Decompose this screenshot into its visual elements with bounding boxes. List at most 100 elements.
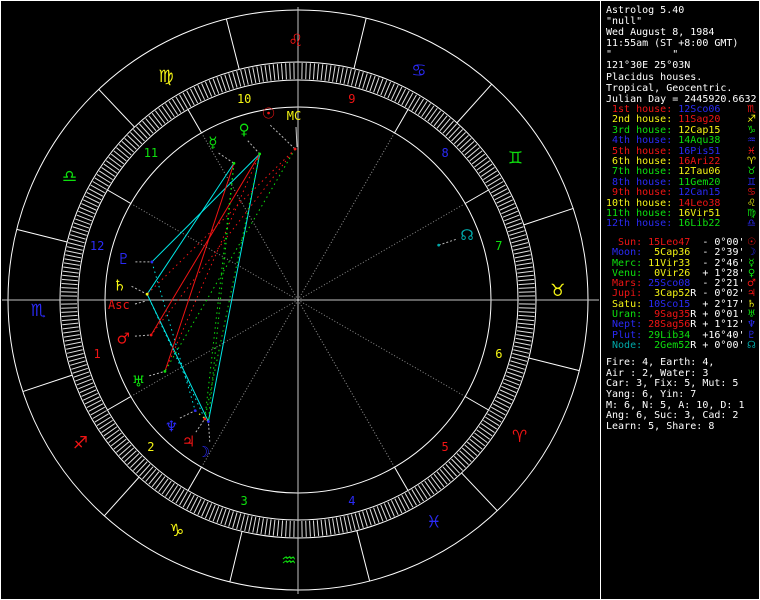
position-dot-neptune [193,409,197,413]
degree-tick [408,491,417,506]
degree-tick [171,98,182,113]
degree-tick [154,476,166,490]
house-cusp-value: 12Cap15 [672,124,721,136]
degree-tick [350,514,356,531]
degree-tick [414,98,425,113]
degree-tick [61,314,78,318]
degree-tick [98,419,113,430]
angle-label-mc: MC [287,109,301,123]
degree-tick [483,170,498,181]
degree-tick [427,107,438,122]
house-cusp-spoke [297,132,395,301]
position-dot-mercury [232,161,236,165]
degree-tick [272,519,276,536]
planet-icon: ☊ [747,339,756,351]
degree-tick [459,450,472,462]
degree-tick [335,66,340,83]
degree-tick [424,480,435,495]
pointer-neptune [179,410,196,419]
sign-boundary-line [225,18,240,70]
house-number-2: 2 [147,440,154,454]
house-cusp-value: 12Tau06 [672,166,721,178]
degree-tick [260,518,264,535]
degree-tick [445,123,457,137]
degree-tick [464,144,478,156]
chart-header: Astrolog 5.40 "null" Wed August 8, 1984 … [606,5,759,105]
degree-tick [354,70,360,87]
degree-tick [343,68,348,84]
degree-tick [182,493,192,508]
degree-tick [72,226,88,233]
degree-tick [139,123,151,137]
house-number-8: 8 [441,146,448,160]
degree-tick [61,318,78,322]
degree-tick [365,74,372,90]
degree-tick [483,419,498,430]
degree-tick [148,115,160,129]
pointer-uranus [149,370,166,377]
jupiter-icon: ♃ [182,433,195,451]
degree-tick [305,520,307,537]
angle-label-asc: Asc [108,298,130,312]
degree-tick [433,112,445,127]
house-cusp-spoke [297,203,466,301]
sign-icon-aquarius: ♒ [281,551,296,571]
chart-date: Wed August 8, 1984 [606,27,715,39]
degree-tick [316,520,320,537]
degree-tick [133,129,145,142]
house-cusp-line [394,109,409,134]
degree-tick [515,337,532,342]
degree-tick [240,69,246,86]
degree-tick [320,519,324,536]
degree-tick [90,406,105,416]
degree-tick [105,160,120,171]
degree-tick [252,67,257,84]
degree-tick [421,482,431,497]
degree-tick [61,278,78,282]
degree-tick [320,64,324,81]
degree-tick [516,330,533,334]
aspect-line-venus-pluto [151,153,261,263]
house-number-3: 3 [241,494,248,508]
degree-tick [268,64,272,81]
degree-tick [136,461,148,474]
degree-tick [175,96,185,111]
degree-tick [451,129,463,142]
degree-tick [236,70,242,87]
degree-tick [439,468,451,482]
house-cusp-value: 11Sag20 [672,114,721,126]
pointer-venus [247,140,261,155]
degree-tick [362,511,368,527]
degree-tick [476,160,491,171]
degree-tick [66,246,83,251]
degree-tick [165,103,175,118]
zodiac-sign-icon: ♋ [747,187,756,199]
house-cusp-value: 12Sco06 [672,104,721,115]
degree-tick [518,287,535,289]
degree-tick [421,103,431,118]
degree-tick [411,96,421,111]
mercury-icon: ☿ [208,134,217,152]
degree-tick [365,510,372,526]
summary-learn-share: Learn: 5, Share: 8 [606,421,715,433]
degree-tick [480,423,495,433]
degree-tick [232,72,238,88]
degree-tick [424,105,435,120]
degree-tick [442,120,454,134]
sign-icon-virgo: ♍ [158,67,173,87]
planets-list: Sun: 15Leo47 - 0°00' ☉ Moon: 5Cap36 - 2°3… [606,237,759,351]
degree-tick [514,254,531,259]
degree-tick [442,466,454,480]
degree-tick [436,115,448,129]
sign-boundary-line [103,476,140,517]
degree-tick [414,487,425,502]
degree-tick [517,274,534,278]
degree-tick [478,426,493,437]
degree-tick [92,181,107,190]
degree-tick [168,100,179,115]
degree-tick [61,287,78,289]
degree-tick [466,441,480,453]
house-number-10: 10 [237,92,251,106]
aspect-line-pluto-neptune [151,261,196,411]
degree-tick [510,234,526,240]
